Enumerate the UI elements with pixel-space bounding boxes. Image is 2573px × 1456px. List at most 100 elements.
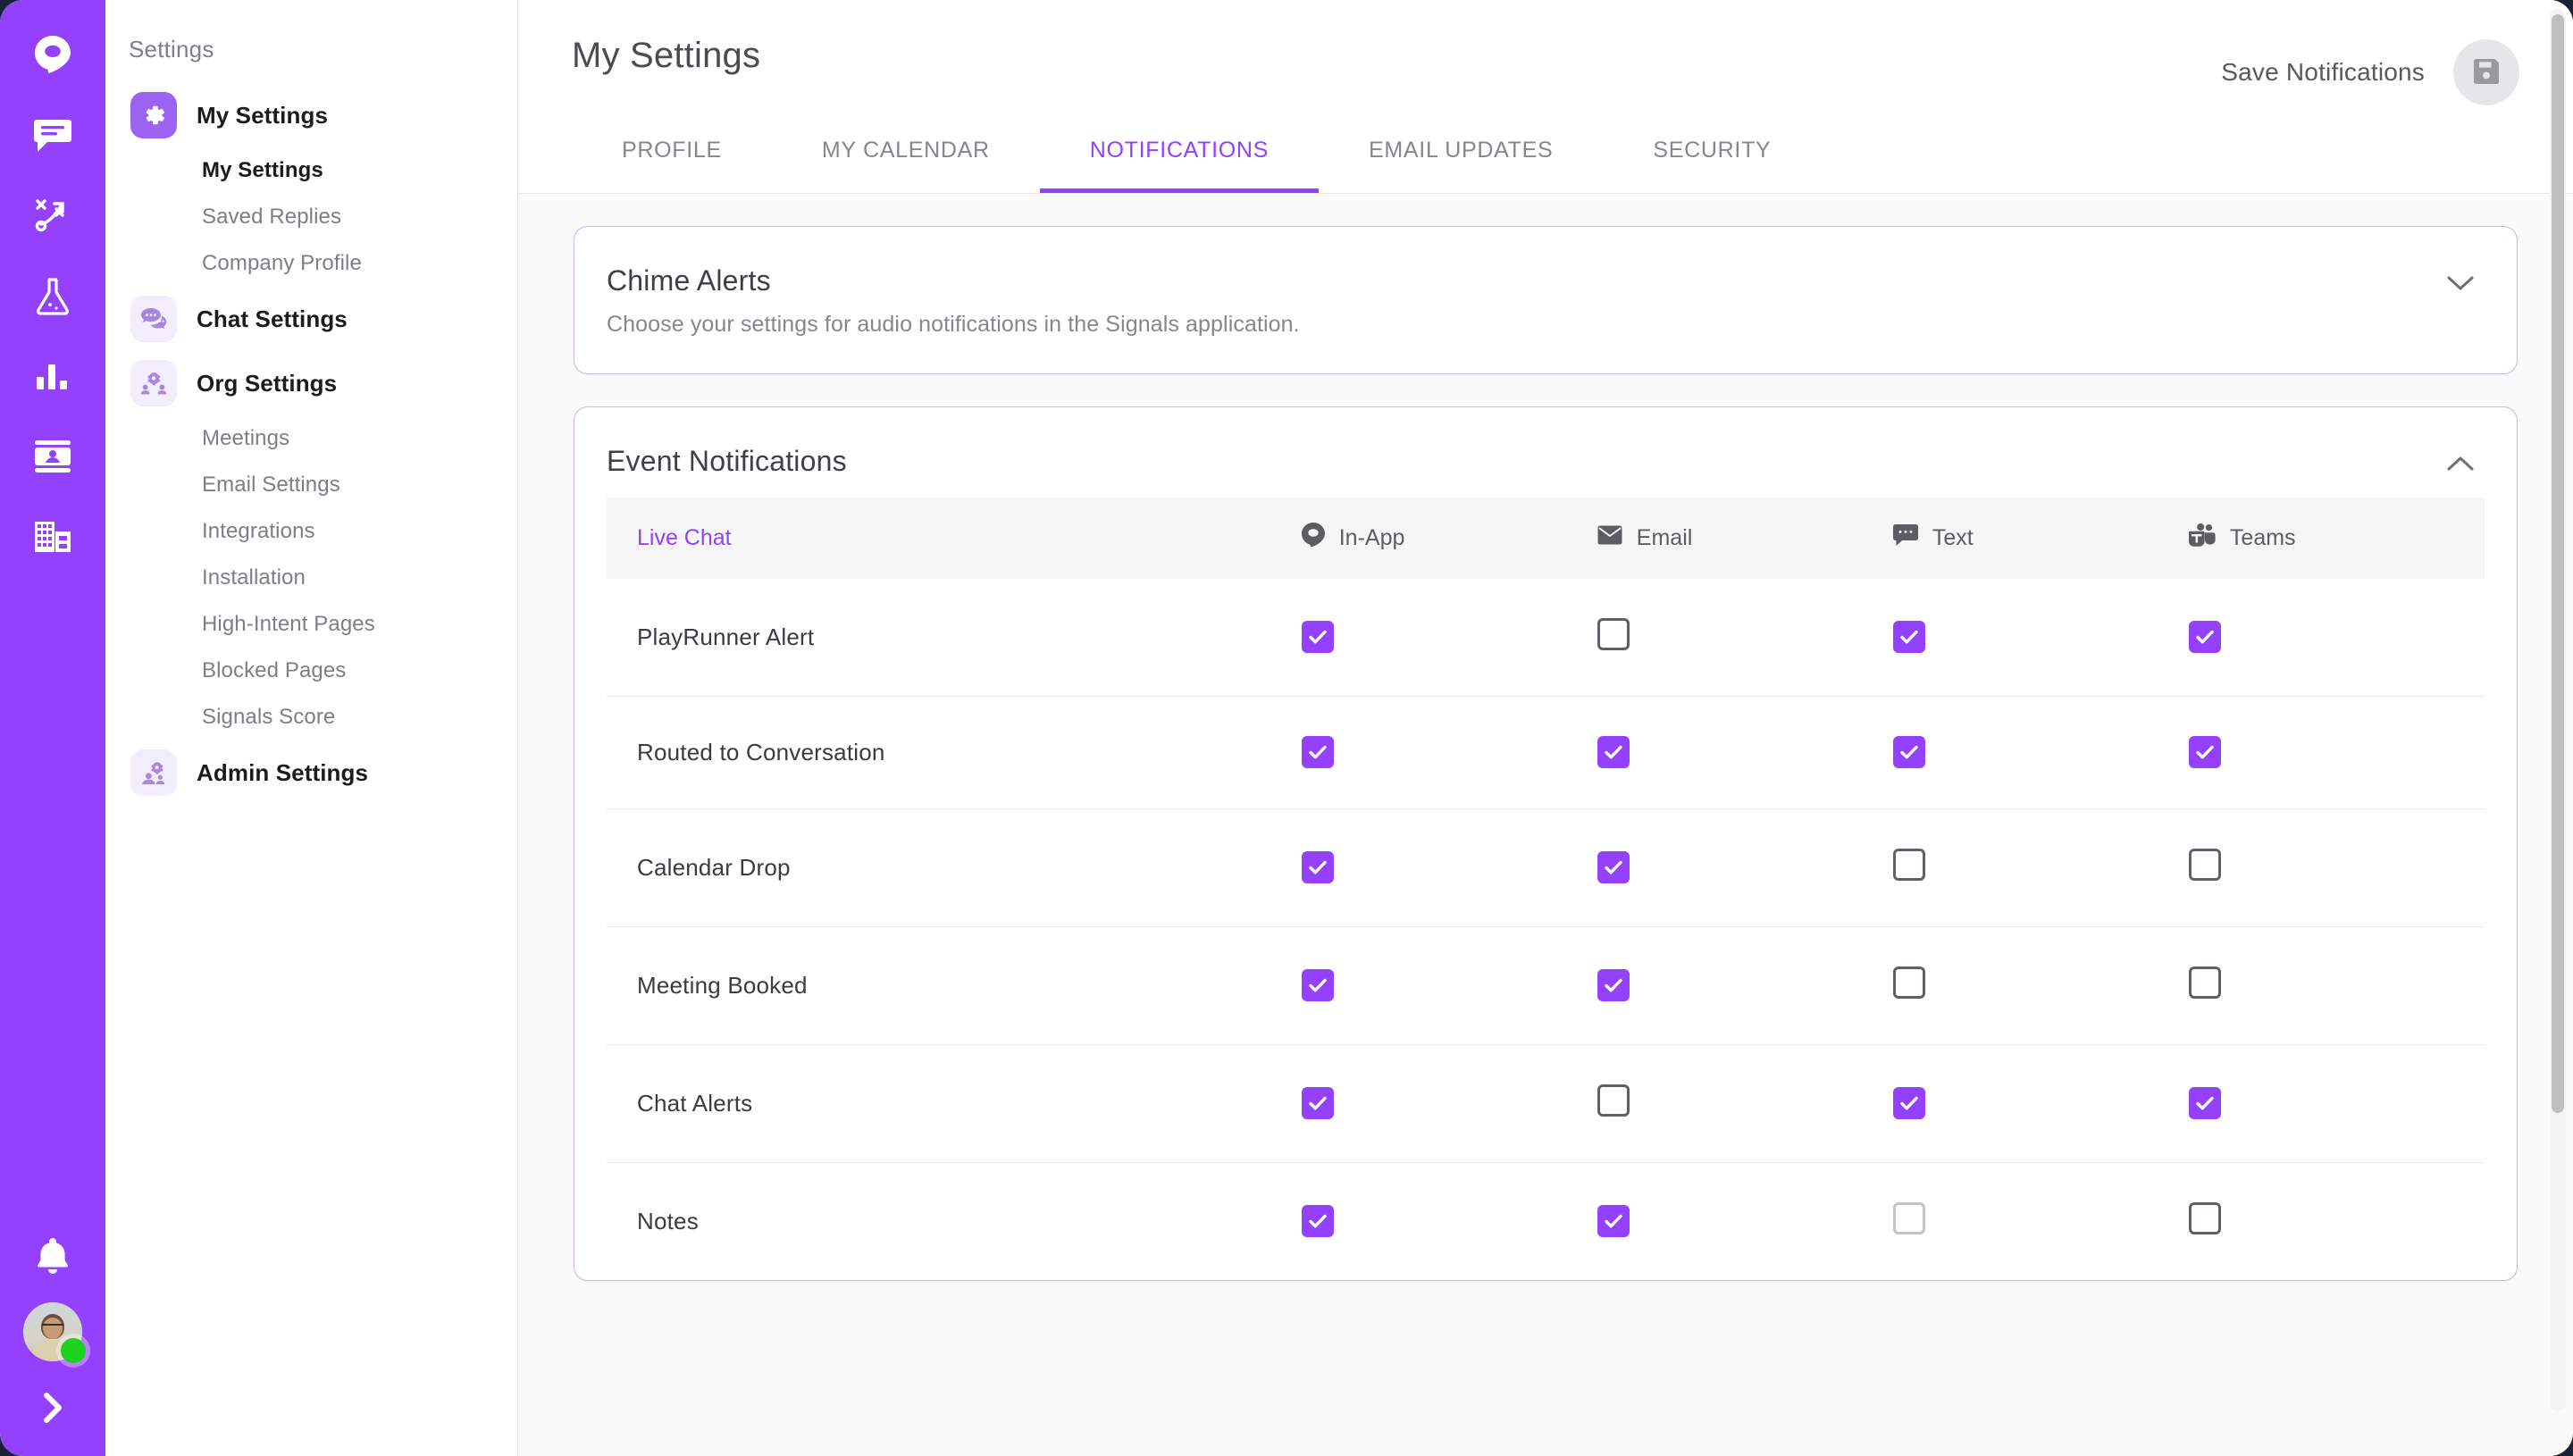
accounts-building-icon[interactable] <box>25 509 80 565</box>
cell-text <box>1892 579 2189 697</box>
chevron-up-icon[interactable] <box>2445 445 2476 478</box>
table-row: Notes <box>607 1163 2485 1281</box>
sidebar-item-saved-replies[interactable]: Saved Replies <box>105 194 517 240</box>
checkbox-teams[interactable] <box>2188 1202 2221 1234</box>
checkbox-text[interactable] <box>1892 849 1925 881</box>
sidebar-group-org-settings[interactable]: Org Settings <box>105 351 517 415</box>
tab-email-updates[interactable]: EMAIL UPDATES <box>1319 138 1603 193</box>
contacts-card-icon[interactable] <box>25 429 80 484</box>
checkbox-teams[interactable] <box>2188 966 2221 999</box>
checkbox-teams[interactable] <box>2188 736 2221 768</box>
settings-sidebar: Settings My Settings My Settings Saved R… <box>105 0 518 1456</box>
row-label: Notes <box>637 1208 699 1234</box>
cell-email <box>1597 1163 1893 1281</box>
checkbox-text[interactable] <box>1892 1087 1925 1119</box>
checkbox-email[interactable] <box>1597 969 1630 1001</box>
cell-text <box>1892 1044 2189 1163</box>
checkbox-in-app[interactable] <box>1301 1087 1334 1119</box>
expand-nav-chevron-right-icon[interactable] <box>26 1381 80 1435</box>
cell-teams <box>2188 696 2485 809</box>
vertical-scrollbar-thumb[interactable] <box>2552 14 2564 1113</box>
cell-text <box>1892 926 2189 1045</box>
org-gear-people-icon <box>130 360 177 406</box>
sidebar-item-company-profile[interactable]: Company Profile <box>105 240 517 287</box>
rail-icon-group <box>25 0 80 565</box>
event-notifications-header[interactable]: Event Notifications <box>574 407 2517 498</box>
checkbox-email[interactable] <box>1597 736 1630 768</box>
checkbox-in-app[interactable] <box>1301 1205 1334 1237</box>
sidebar-item-meetings[interactable]: Meetings <box>105 415 517 462</box>
cell-email <box>1597 808 1893 927</box>
signals-logo-icon[interactable] <box>25 27 80 82</box>
col-in-app: In-App <box>1301 498 1597 579</box>
event-notifications-table-wrap: Live Chat In-App Email Text Teams PlayRu… <box>574 498 2517 1280</box>
bell-notification-icon[interactable] <box>25 1227 80 1283</box>
sidebar-item-my-settings[interactable]: My Settings <box>105 147 517 194</box>
cell-in-app <box>1301 1163 1597 1281</box>
cell-teams <box>2188 808 2485 927</box>
tab-security[interactable]: SECURITY <box>1603 138 1821 193</box>
main-content: My Settings Save Notifications PROFILE M… <box>518 0 2573 1456</box>
tab-profile[interactable]: PROFILE <box>572 138 772 193</box>
checkbox-email[interactable] <box>1597 1205 1630 1237</box>
ms-teams-icon <box>2188 523 2216 553</box>
col-email: Email <box>1597 498 1893 579</box>
chime-alerts-text: Chime Alerts Choose your settings for au… <box>607 264 1300 338</box>
checkbox-email[interactable] <box>1597 618 1630 650</box>
checkbox-email[interactable] <box>1597 851 1630 883</box>
experiments-flask-icon[interactable] <box>25 268 80 323</box>
save-notifications-area: Save Notifications <box>2221 36 2519 105</box>
avatar[interactable] <box>23 1302 86 1363</box>
sidebar-item-blocked-pages[interactable]: Blocked Pages <box>105 648 517 694</box>
cell-text <box>1892 808 2189 927</box>
sidebar-title: Settings <box>129 36 214 63</box>
event-notifications-card: Event Notifications Live Chat In-App Ema… <box>574 406 2518 1281</box>
sidebar-group-my-settings[interactable]: My Settings <box>105 83 517 147</box>
checkbox-text[interactable] <box>1892 736 1925 768</box>
checkbox-in-app[interactable] <box>1301 736 1334 768</box>
vertical-scrollbar-track[interactable] <box>2550 9 2566 1411</box>
in-app-drop-icon <box>1301 523 1325 554</box>
sidebar-item-installation[interactable]: Installation <box>105 555 517 601</box>
gear-icon <box>130 92 177 138</box>
page-header: My Settings Save Notifications PROFILE M… <box>518 0 2573 194</box>
tab-my-calendar[interactable]: MY CALENDAR <box>772 138 1040 193</box>
sidebar-group-chat-settings[interactable]: Chat Settings <box>105 287 517 351</box>
checkbox-text[interactable] <box>1892 621 1925 653</box>
checkbox-in-app[interactable] <box>1301 969 1334 1001</box>
checkbox-in-app[interactable] <box>1301 851 1334 883</box>
checkbox-teams[interactable] <box>2188 621 2221 653</box>
checkbox-text[interactable] <box>1892 966 1925 999</box>
sms-bubble-icon <box>1892 524 1918 552</box>
chat-bubble-icon[interactable] <box>25 107 80 163</box>
reports-bar-chart-icon[interactable] <box>25 348 80 404</box>
row-label: Meeting Booked <box>607 926 1302 1045</box>
table-header-row: Live Chat In-App Email Text Teams <box>607 498 2485 579</box>
checkbox-text[interactable] <box>1892 1202 1925 1234</box>
chime-alerts-header[interactable]: Chime Alerts Choose your settings for au… <box>574 227 2517 373</box>
save-button[interactable] <box>2453 39 2519 105</box>
col-text-label: Text <box>1932 525 1974 550</box>
table-row: Meeting Booked <box>607 926 2485 1045</box>
table-row: Routed to Conversation <box>607 696 2485 809</box>
page-title: My Settings <box>572 36 761 75</box>
sidebar-item-email-settings[interactable]: Email Settings <box>105 462 517 508</box>
playbooks-strategy-icon[interactable] <box>25 188 80 243</box>
cell-in-app <box>1301 926 1597 1045</box>
checkbox-email[interactable] <box>1597 1084 1630 1117</box>
cell-text <box>1892 696 2189 809</box>
sidebar-item-integrations[interactable]: Integrations <box>105 508 517 555</box>
checkbox-teams[interactable] <box>2188 849 2221 881</box>
cell-text <box>1892 1163 2189 1281</box>
floppy-save-icon <box>2471 56 2502 89</box>
col-in-app-label: In-App <box>1338 525 1405 550</box>
checkbox-teams[interactable] <box>2188 1087 2221 1119</box>
sidebar-item-high-intent-pages[interactable]: High-Intent Pages <box>105 601 517 648</box>
checkbox-in-app[interactable] <box>1301 621 1334 653</box>
tab-notifications[interactable]: NOTIFICATIONS <box>1039 138 1320 193</box>
row-label: PlayRunner Alert <box>607 579 1302 697</box>
sidebar-item-signals-score[interactable]: Signals Score <box>105 694 517 741</box>
sidebar-group-admin-settings[interactable]: Admin Settings <box>105 741 517 805</box>
chevron-down-icon[interactable] <box>2445 264 2476 297</box>
status-online-indicator <box>61 1338 86 1363</box>
